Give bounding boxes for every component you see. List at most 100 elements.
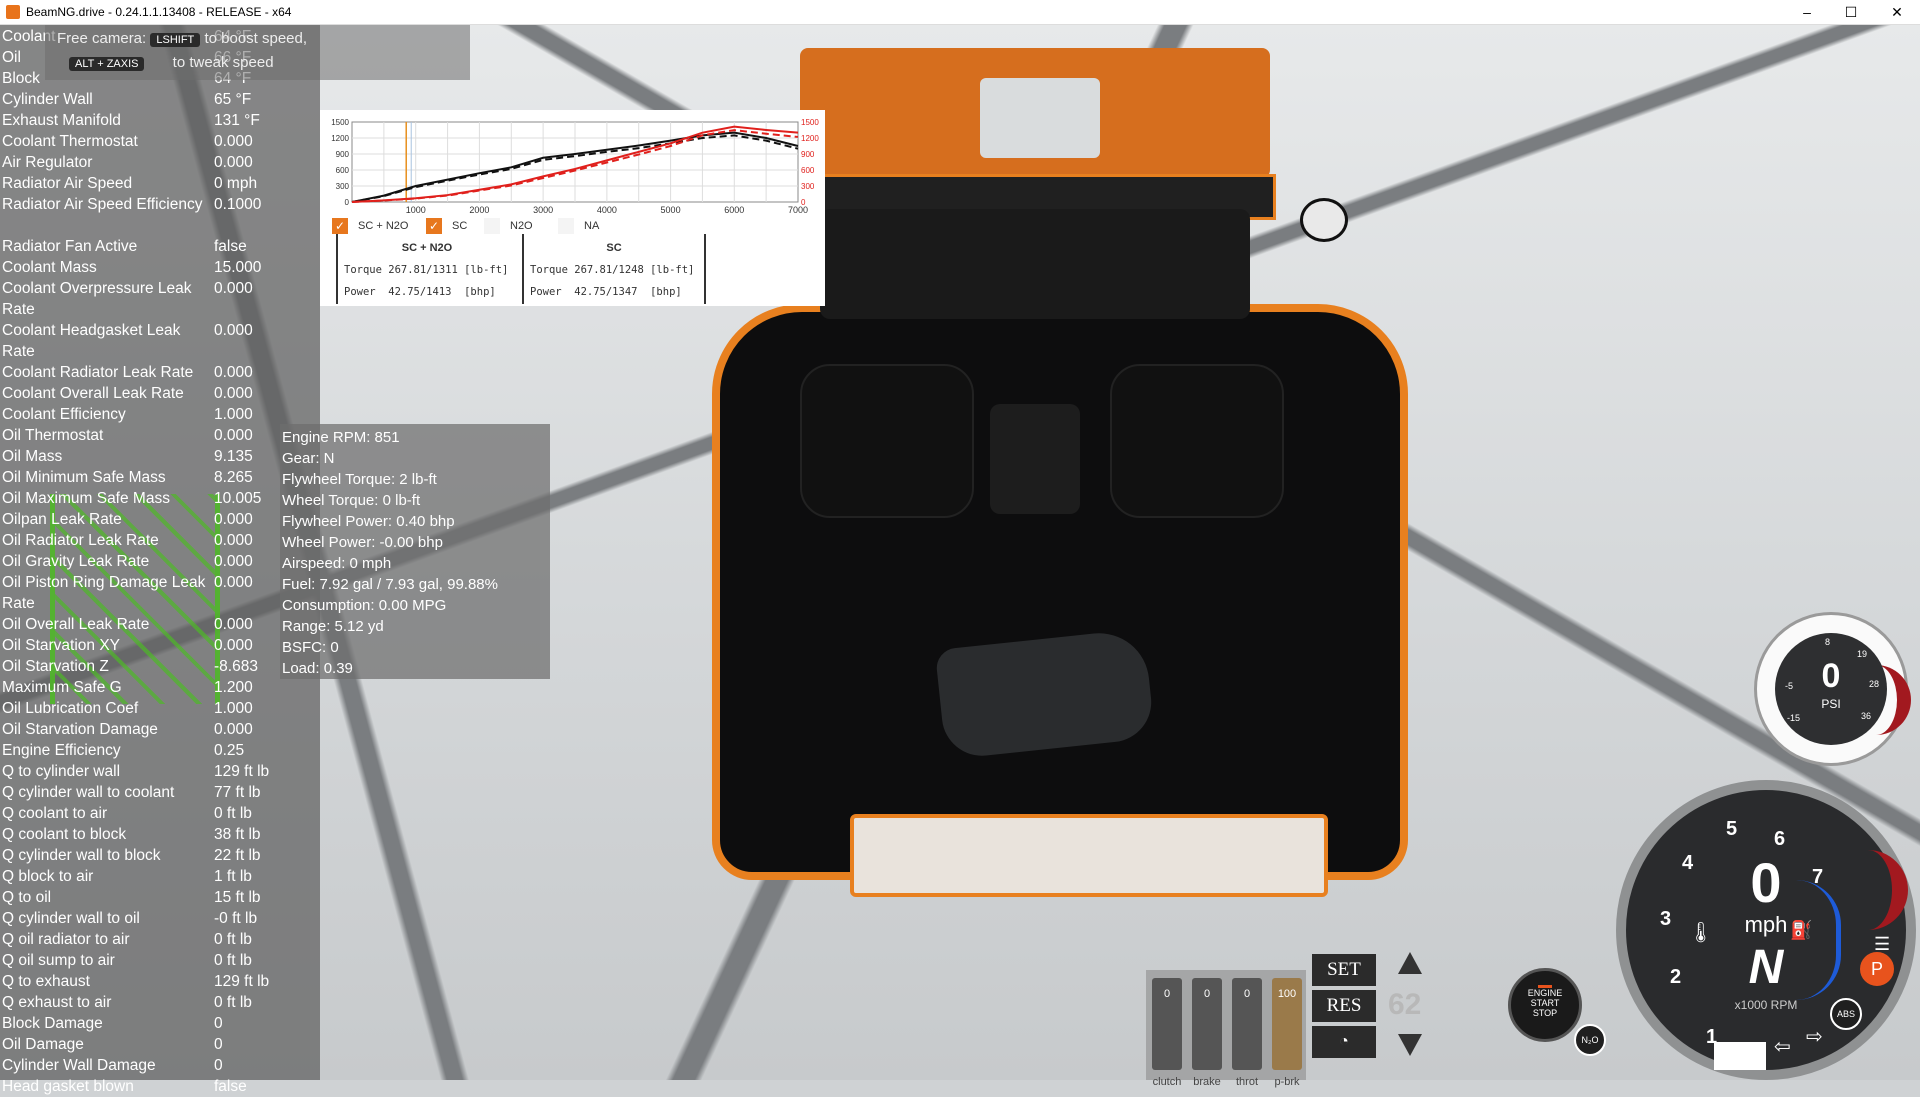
cruise-toggle-icon[interactable]: ◔ <box>1312 1026 1376 1058</box>
engine-info-line: Engine RPM: 851 <box>282 429 400 446</box>
thermal-label: Q to cylinder wall <box>2 763 121 780</box>
thermal-value: 0 ft lb <box>214 952 252 969</box>
vehicle-front <box>800 48 1270 178</box>
thermal-debug-panel: Coolant64 °FOil66 °FBlock64 °FCylinder W… <box>0 24 320 1095</box>
cruise-down-icon[interactable] <box>1398 1034 1422 1056</box>
thermal-label: Oil Gravity Leak Rate <box>2 553 150 570</box>
thermal-label: Coolant Mass <box>2 259 97 276</box>
thermal-value: 131 °F <box>214 112 260 129</box>
boost-tick: -15 <box>1787 713 1801 723</box>
thermal-label: Oil Starvation Damage <box>2 721 158 738</box>
thermal-label: Q coolant to air <box>2 805 108 822</box>
thermal-label: Q to oil <box>2 889 52 906</box>
legend-na[interactable]: NA <box>558 218 599 234</box>
checkbox-icon[interactable]: ✓ <box>332 218 348 234</box>
thermal-value: 65 °F <box>214 91 252 108</box>
stats-torque: Torque 267.81/1248 [lb-ft] <box>530 264 695 276</box>
legend-sc-n2o[interactable]: ✓ SC + N2O <box>332 218 408 234</box>
thermal-value: 38 ft lb <box>214 826 261 843</box>
x-tick-label: 5000 <box>661 205 681 215</box>
vehicle-console <box>990 404 1080 514</box>
boost-tick: -5 <box>1785 681 1794 691</box>
boost-gauge: 0 PSI -15 -5 8 19 28 36 <box>1754 612 1911 766</box>
rpm-tick: 4 <box>1682 852 1694 874</box>
turn-left-icon[interactable]: ⇦ <box>1774 1034 1791 1059</box>
thermal-value: 0.000 <box>214 364 253 381</box>
cruise-set-button[interactable]: SET <box>1312 954 1376 986</box>
stats-power: Power 42.75/1347 [bhp] <box>530 286 682 298</box>
torque-curve-chart: 1000 2000 3000 4000 5000 6000 7000030060090012… <box>331 118 819 215</box>
thermal-label: Q oil sump to air <box>2 952 115 969</box>
free-camera-hint1: to boost speed, <box>204 30 308 47</box>
rpm-unit: x1000 RPM <box>1734 998 1798 1012</box>
y-tick-label-left: 900 <box>336 150 350 159</box>
pedal-label: brake <box>1193 1076 1221 1088</box>
thermal-value: 0.000 <box>214 385 253 402</box>
thermal-label: Oil Mass <box>2 448 63 465</box>
checkbox-icon[interactable]: ✓ <box>426 218 442 234</box>
thermal-label: Radiator Fan Active <box>2 238 138 255</box>
thermal-label: Oil Lubrication Coef <box>2 700 139 717</box>
speed-value: 0 <box>1750 851 1782 914</box>
thermal-label: Engine Efficiency <box>2 742 121 759</box>
vehicle-dashboard <box>820 209 1250 319</box>
y-tick-label-left: 600 <box>336 166 350 175</box>
thermal-value: 0.000 <box>214 133 253 150</box>
y-tick-label-left: 0 <box>345 198 350 207</box>
torque-curve-widget[interactable]: 1000 2000 3000 4000 5000 6000 7000 0 300 600 900 12… <box>320 110 825 306</box>
thermal-label: Head gasket blown <box>2 1078 134 1095</box>
turn-right-icon[interactable]: ⇨ <box>1806 1024 1823 1049</box>
checkbox-icon[interactable] <box>484 218 500 234</box>
thermal-label: Oil Starvation XY <box>2 637 121 654</box>
engine-info-line: Flywheel Torque: 2 lb-ft <box>282 471 437 488</box>
rpm-tick: 5 <box>1726 818 1738 840</box>
thermal-label: Air Regulator <box>2 154 93 171</box>
x-tick-label: 4000 <box>597 205 617 215</box>
clutch-bar: 0 clutch <box>1152 978 1182 1088</box>
thermal-label: Oil Minimum Safe Mass <box>2 469 166 486</box>
thermal-value: 0.000 <box>214 511 253 528</box>
thermal-value: 0 <box>214 1036 223 1053</box>
pedal-label: p-brk <box>1274 1076 1300 1088</box>
vehicle-seat-left <box>800 364 974 518</box>
headlight-icon: ☰ <box>1874 934 1891 954</box>
n2o-icon[interactable]: N₂O <box>1574 1024 1606 1056</box>
cruise-resume-button[interactable]: RES <box>1312 990 1376 1022</box>
legend-sc[interactable]: ✓ SC <box>426 218 467 234</box>
legend-n2o[interactable]: N2O <box>484 218 533 234</box>
parking-brake-bar: 100 p-brk <box>1272 978 1302 1088</box>
legend-label: NA <box>584 220 600 232</box>
thermal-value: 0.000 <box>214 721 253 738</box>
thermal-value: 1 ft lb <box>214 868 252 885</box>
thermal-label: Oil Overall Leak Rate <box>2 616 150 633</box>
y-tick-label-left: 1500 <box>331 118 349 127</box>
free-camera-hint2: to tweak speed <box>172 54 274 71</box>
thermal-value: 15.000 <box>214 259 262 276</box>
cruise-up-icon[interactable] <box>1398 952 1422 974</box>
engine-info-line: Consumption: 0.00 MPG <box>282 597 447 614</box>
x-tick-label: 3000 <box>533 205 553 215</box>
thermal-label: Q cylinder wall to coolant <box>2 784 175 801</box>
maximize-button[interactable]: ☐ <box>1828 0 1874 24</box>
stats-title: SC + N2O <box>401 242 453 254</box>
thermal-value: 0.000 <box>214 574 253 591</box>
checkbox-icon[interactable] <box>558 218 574 234</box>
y-tick-label-right: 1500 <box>801 118 819 127</box>
legend-label: SC + N2O <box>358 220 409 232</box>
thermal-label: Oil Damage <box>2 1036 84 1053</box>
thermal-value: 0.000 <box>214 154 253 171</box>
thermal-value: 1.200 <box>214 679 253 696</box>
thermal-label: Oil Thermostat <box>2 427 104 444</box>
thermal-value: 15 ft lb <box>214 889 261 906</box>
thermal-value: 129 ft lb <box>214 763 270 780</box>
minimize-button[interactable]: – <box>1784 0 1830 24</box>
start-line2: START <box>1530 998 1560 1008</box>
stats-sc-n2o: SC + N2O Torque 267.81/1311 [lb-ft] Powe… <box>336 234 516 304</box>
close-button[interactable]: ✕ <box>1874 0 1920 24</box>
pedal-inputs: 0 clutch 0 brake 0 throt 100 p-brk <box>1146 970 1306 1088</box>
key-lshift: LSHIFT <box>150 33 201 47</box>
window-title: BeamNG.drive - 0.24.1.1.13408 - RELEASE … <box>26 5 292 19</box>
y-tick-label-right: 900 <box>801 150 815 159</box>
thermal-value: 0.000 <box>214 427 253 444</box>
engine-start-stop-button[interactable]: ENGINE START STOP <box>1508 968 1582 1042</box>
